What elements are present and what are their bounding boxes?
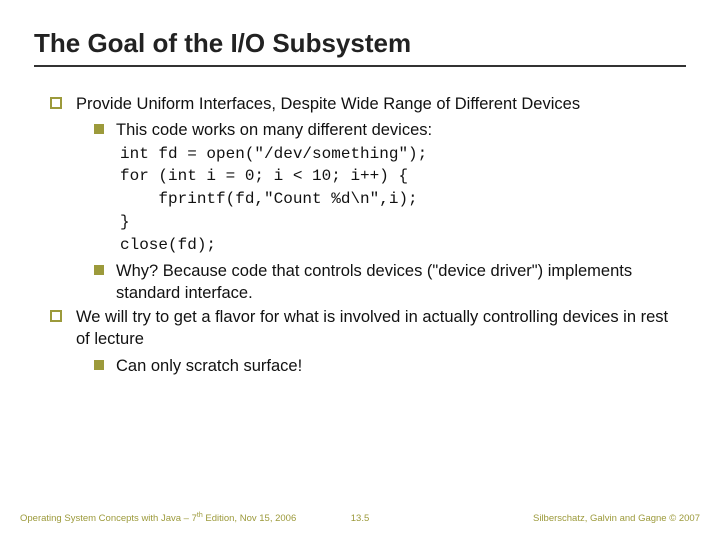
bullet-2-1: Can only scratch surface!: [76, 355, 686, 377]
code-line-2: for (int i = 0; i < 10; i++) {: [76, 166, 686, 187]
footer-center: 13.5: [351, 513, 370, 524]
slide-title: The Goal of the I/O Subsystem: [34, 28, 686, 59]
footer-left-a: Operating System Concepts with Java – 7: [20, 513, 197, 524]
footer-left: Operating System Concepts with Java – 7t…: [20, 512, 296, 524]
square-solid-icon: [94, 265, 104, 275]
bullet-2: We will try to get a flavor for what is …: [50, 306, 686, 377]
square-solid-icon: [94, 124, 104, 134]
square-outline-icon: [50, 310, 62, 322]
footer: Operating System Concepts with Java – 7t…: [0, 512, 720, 524]
slide: The Goal of the I/O Subsystem Provide Un…: [0, 0, 720, 377]
bullet-2-1-text: Can only scratch surface!: [116, 355, 686, 377]
square-outline-icon: [50, 97, 62, 109]
bullet-1-text: Provide Uniform Interfaces, Despite Wide…: [76, 95, 580, 113]
bullet-1: Provide Uniform Interfaces, Despite Wide…: [50, 93, 686, 304]
footer-right: Silberschatz, Galvin and Gagne © 2007: [533, 513, 700, 524]
footer-left-b: Edition, Nov 15, 2006: [203, 513, 296, 524]
code-line-5: close(fd);: [76, 235, 686, 256]
slide-content: Provide Uniform Interfaces, Despite Wide…: [34, 93, 686, 377]
square-solid-icon: [94, 360, 104, 370]
code-line-1: int fd = open("/dev/something");: [76, 144, 686, 165]
bullet-1-2-text: Why? Because code that controls devices …: [116, 260, 686, 305]
title-rule: [34, 65, 686, 67]
code-line-3: fprintf(fd,"Count %d\n",i);: [76, 189, 686, 210]
bullet-1-1: This code works on many different device…: [76, 119, 686, 141]
bullet-1-2: Why? Because code that controls devices …: [76, 260, 686, 305]
bullet-1-1-text: This code works on many different device…: [116, 119, 686, 141]
bullet-2-text: We will try to get a flavor for what is …: [76, 308, 668, 348]
code-line-4: }: [76, 212, 686, 233]
